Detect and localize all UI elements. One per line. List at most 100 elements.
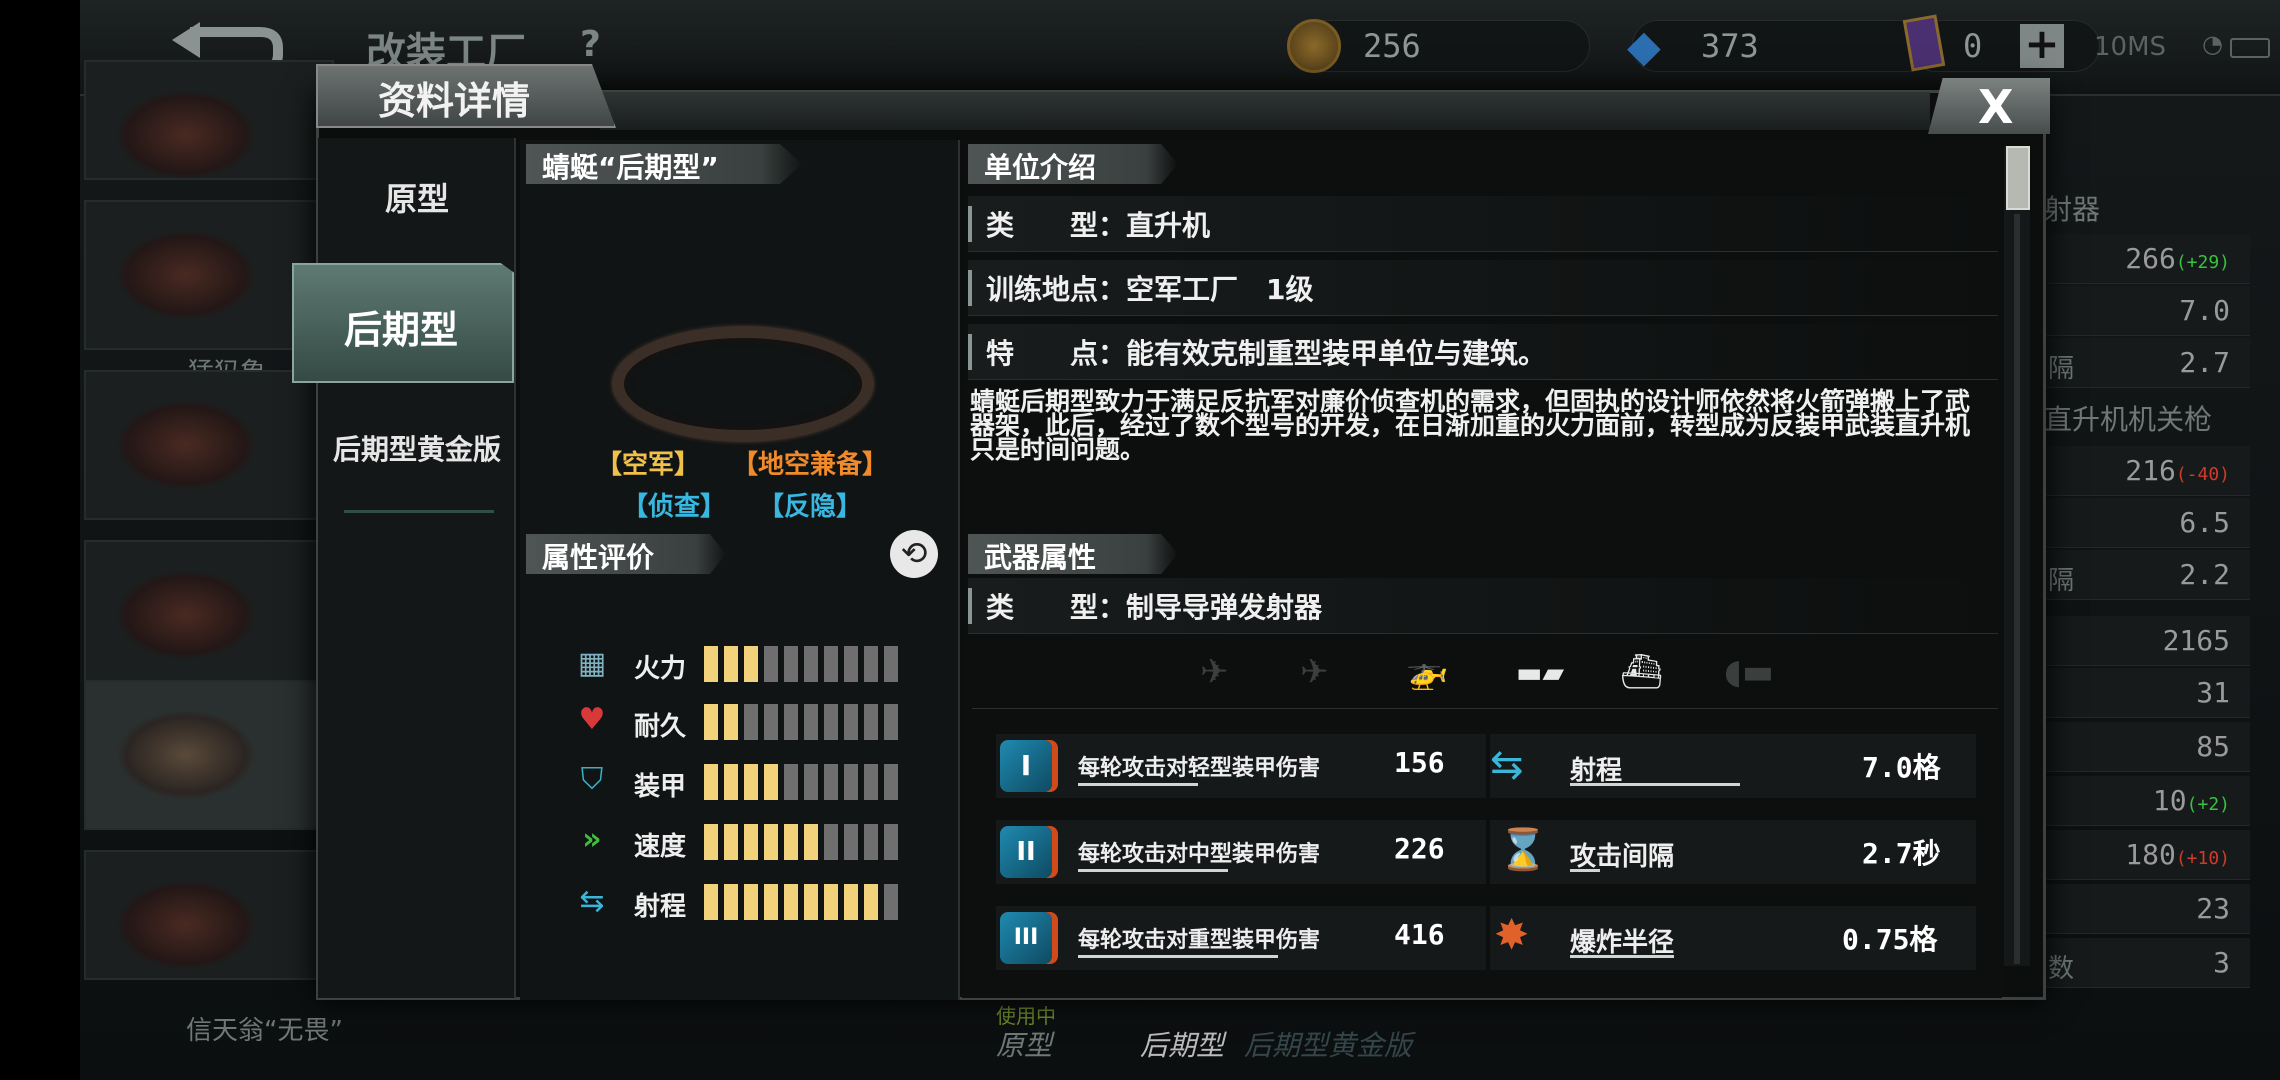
attr-label-range: 射程	[634, 892, 687, 922]
attr-bar-segment	[724, 884, 738, 920]
hourglass-icon: ⌛	[1498, 827, 1548, 873]
bg-stat-row: 6.5	[2040, 498, 2250, 548]
attr-bar-segment	[744, 764, 758, 800]
weapon-type-text: 类 型：制导导弹发射器	[986, 591, 1323, 624]
unit-name: 蜻蜓“后期型”	[542, 151, 719, 184]
bg-stat-row: 216(-40)	[2040, 446, 2250, 496]
bg-stat-row: 2165	[2040, 616, 2250, 666]
attr-bar-segment	[724, 764, 738, 800]
close-icon: X	[1978, 80, 2014, 134]
unit-model-pedestal	[612, 326, 874, 442]
attr-bar-segment	[824, 884, 838, 920]
attr-bar-firepower	[704, 646, 908, 684]
attr-bar-segment	[884, 884, 898, 920]
attr-bar-segment	[804, 764, 818, 800]
gold-coin-icon	[1287, 19, 1341, 73]
stat-light-armor: I 每轮攻击对轻型装甲伤害 156	[996, 734, 1486, 798]
card-value: 0	[1963, 27, 1983, 65]
unit-description: 蜻蜓后期型致力于满足反抗军对廉价侦查机的需求，但固执的设计师依然将火箭弹搬上了武…	[970, 387, 1971, 464]
bg-unit-card[interactable]	[84, 850, 334, 980]
attr-bar-segment	[884, 646, 898, 682]
attr-bar-segment	[884, 824, 898, 860]
training-location-text: 训练地点：空军工厂 1级	[986, 273, 1314, 306]
attr-bar-segment	[804, 704, 818, 740]
attr-label-speed: 速度	[634, 832, 687, 862]
range-arrows-icon: ⇆	[1490, 742, 1524, 788]
bottom-variant-tabs: 使用中 原型 后期型 后期型黄金版	[924, 998, 1564, 1080]
attr-bar-segment	[804, 884, 818, 920]
gold-resource: 256	[1287, 19, 1590, 73]
tab-divider	[344, 510, 494, 513]
armor-shield-icon: ⛉	[580, 762, 604, 797]
light-armor-badge-icon: I	[1000, 740, 1052, 792]
bg-stat-row: 85	[2040, 722, 2250, 772]
attr-bar-segment	[764, 824, 778, 860]
network-latency: 10MS	[2094, 32, 2167, 62]
attr-bar-segment	[784, 824, 798, 860]
bg-stat-row: 266(+29)	[2040, 234, 2250, 284]
close-button[interactable]: X	[1928, 78, 2050, 134]
bg-unit-card-selected[interactable]	[84, 680, 334, 830]
helicopter-icon: 🚁	[1406, 652, 1449, 692]
modal-title: 资料详情	[378, 79, 531, 123]
attr-bar-segment	[864, 884, 878, 920]
weapon-type-line: 类 型：制导导弹发射器	[968, 578, 1998, 634]
attr-label-armor: 装甲	[634, 772, 687, 802]
attr-bar-segment	[804, 824, 818, 860]
tag-anti-stealth: 【反隐】	[758, 492, 863, 522]
diamond-icon: ◆	[1627, 21, 1661, 72]
attr-bar-segment	[704, 646, 718, 682]
bg-unit-card[interactable]	[84, 60, 334, 180]
bg-stat-row: 隔 2.7	[2040, 338, 2250, 388]
bg-weapon-title: 射器	[2044, 193, 2101, 226]
unit-type-text: 类 型：直升机	[986, 209, 1211, 242]
scroll-thumb[interactable]	[2006, 146, 2030, 210]
bg-stat-row: 7.0	[2040, 286, 2250, 336]
battery-icon	[2230, 38, 2270, 58]
stat-blast-radius: ✸ 爆炸半径 0.75格	[1490, 906, 1976, 970]
weapon-header: 武器属性	[968, 534, 1178, 574]
bottom-tab-prototype[interactable]: 原型	[996, 1024, 1052, 1064]
heavy-armor-badge-icon: III	[1000, 912, 1052, 964]
tab-gold-edition[interactable]: 后期型黄金版	[318, 428, 516, 468]
submarine-icon: ◖▬	[1724, 652, 1775, 692]
attr-bar-segment	[784, 764, 798, 800]
bg-unit-card[interactable]	[84, 540, 334, 690]
bg-stat-row: 31	[2040, 668, 2250, 718]
tab-prototype[interactable]: 原型	[318, 174, 516, 220]
attr-bar-segment	[784, 704, 798, 740]
attr-label-firepower: 火力	[634, 654, 687, 684]
attr-bar-segment	[824, 646, 838, 682]
attr-bar-segment	[724, 704, 738, 740]
fighter-jet-icon: ✈	[1200, 652, 1229, 692]
firepower-icon: ▦	[577, 646, 607, 681]
attr-bar-range	[704, 884, 908, 922]
bottom-tab-gold[interactable]: 后期型黄金版	[1244, 1024, 1412, 1064]
bg-stat-row: 23	[2040, 884, 2250, 934]
bg-unit-name: 信天翁“无畏”	[186, 1016, 343, 1046]
help-icon[interactable]: ?	[580, 24, 601, 65]
unit-name-header: 蜻蜓“后期型”	[526, 144, 802, 184]
attr-bar-segment	[784, 646, 798, 682]
attr-bar-segment	[744, 824, 758, 860]
bottom-tab-late[interactable]: 后期型	[1140, 1024, 1224, 1064]
bg-weapon-title: 直升机机关枪	[2044, 403, 2213, 436]
tab-late-active[interactable]: 后期型	[292, 263, 514, 383]
attr-bar-durability	[704, 704, 908, 742]
attribute-title: 属性评价	[542, 541, 655, 574]
attr-bar-segment	[764, 704, 778, 740]
attr-bar-segment	[884, 764, 898, 800]
bg-unit-card[interactable]	[84, 370, 334, 520]
attribute-header: 属性评价	[526, 534, 726, 574]
add-resource-button[interactable]: +	[2020, 23, 2064, 68]
attr-bar-segment	[764, 646, 778, 682]
bg-stat-row: 数3	[2040, 938, 2250, 988]
attr-bar-segment	[824, 704, 838, 740]
attr-bar-segment	[844, 884, 858, 920]
attr-bar-segment	[884, 704, 898, 740]
attr-bar-segment	[724, 824, 738, 860]
attr-bar-segment	[844, 824, 858, 860]
attr-bar-segment	[864, 704, 878, 740]
bg-stat-row: 隔 2.2	[2040, 550, 2250, 600]
rotate-view-icon[interactable]: ⟲	[890, 530, 938, 578]
